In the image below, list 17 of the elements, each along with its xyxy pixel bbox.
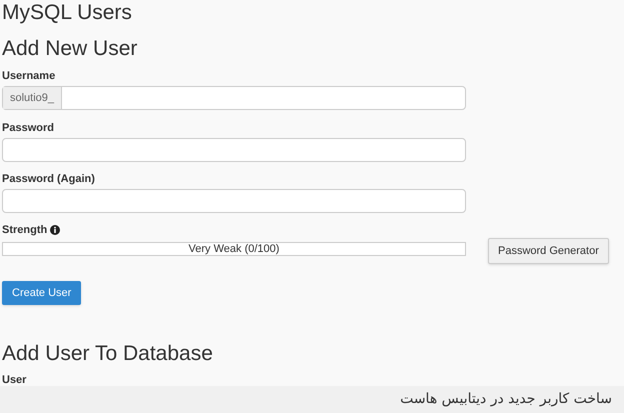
- password-again-field[interactable]: [2, 189, 466, 213]
- page-title: MySQL Users: [2, 1, 132, 25]
- field-label: Password (Again): [2, 173, 95, 185]
- field-label: Username: [2, 70, 56, 82]
- username-prefix: solutio9_: [3, 87, 62, 109]
- password-generator-button[interactable]: Password Generator: [488, 238, 609, 264]
- field-label: User: [2, 374, 26, 386]
- video-caption: ساخت کاربر جدید در دیتابیس هاست: [400, 390, 612, 409]
- field-label: Strength: [2, 224, 48, 236]
- username-field[interactable]: solutio9_: [2, 86, 466, 110]
- strength-reading: Very Weak (0/100): [188, 243, 280, 255]
- field-label: Password: [2, 122, 54, 134]
- section-heading: Add New User: [2, 37, 138, 61]
- create-user-button[interactable]: Create User: [2, 281, 82, 305]
- section-heading: Add User To Database: [2, 342, 213, 366]
- password-field[interactable]: [2, 138, 466, 162]
- info-icon: [50, 225, 60, 235]
